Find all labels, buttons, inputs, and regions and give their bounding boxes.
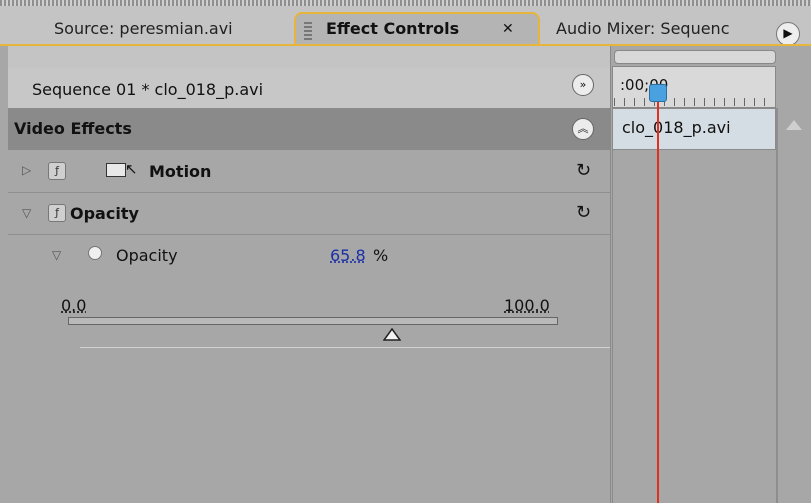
- drag-grip-icon[interactable]: [304, 20, 312, 40]
- show-timeline-toggle-icon[interactable]: »: [572, 74, 594, 96]
- playhead-handle[interactable]: [649, 84, 667, 102]
- tab-effect-controls-label: Effect Controls: [326, 19, 460, 38]
- opacity-unit: %: [373, 246, 389, 265]
- panel-menu-icon[interactable]: ▶: [776, 22, 800, 46]
- reset-icon[interactable]: ↻: [576, 202, 591, 223]
- close-icon[interactable]: ✕: [502, 14, 514, 46]
- cursor-arrow-icon: ↖: [125, 160, 138, 178]
- collapse-triangle-icon[interactable]: ▽: [22, 206, 31, 220]
- divider: [80, 347, 610, 348]
- vertical-scrollbar[interactable]: [778, 108, 811, 503]
- lane-divider: [612, 108, 613, 503]
- reset-icon[interactable]: ↻: [576, 160, 591, 181]
- sequence-label: Sequence 01 * clo_018_p.avi: [32, 80, 264, 99]
- stopwatch-icon[interactable]: [88, 246, 102, 260]
- playhead-line: [657, 100, 659, 503]
- scroll-up-icon[interactable]: [786, 120, 802, 130]
- slider-thumb-icon: [382, 327, 402, 341]
- tab-audio-mixer[interactable]: Audio Mixer: Sequenc: [542, 12, 778, 46]
- effect-toggle-icon[interactable]: ƒ: [48, 162, 66, 180]
- tab-source[interactable]: Source: peresmian.avi: [28, 12, 294, 46]
- collapse-triangle-icon[interactable]: ▽: [52, 248, 61, 262]
- effect-name-opacity: Opacity: [70, 204, 139, 223]
- panel-header-strip: [8, 46, 610, 68]
- tab-effect-controls[interactable]: Effect Controls ✕: [294, 12, 540, 46]
- zoom-scroll-bar[interactable]: [614, 50, 776, 64]
- clip-name: clo_018_p.avi: [622, 118, 731, 137]
- opacity-slider-track[interactable]: [68, 317, 558, 325]
- tab-bar-grip: [0, 0, 811, 6]
- video-effects-label: Video Effects: [14, 119, 132, 138]
- opacity-parameter-label: Opacity: [116, 246, 178, 265]
- collapse-effects-icon[interactable]: ︽: [572, 118, 594, 140]
- tab-audio-mixer-label: Audio Mixer: Sequenc: [556, 19, 730, 38]
- motion-transform-icon[interactable]: [106, 163, 126, 177]
- slider-max-label: 100.0: [504, 296, 550, 315]
- opacity-slider-thumb[interactable]: [382, 327, 402, 346]
- effect-toggle-icon[interactable]: ƒ: [48, 204, 66, 222]
- ruler-ticks: [614, 98, 774, 106]
- tab-source-label: Source: peresmian.avi: [54, 19, 233, 38]
- slider-min-label: 0.0: [61, 296, 87, 315]
- expand-triangle-icon[interactable]: ▷: [22, 163, 31, 177]
- effect-name-motion: Motion: [149, 162, 212, 181]
- opacity-value-field[interactable]: 65.8: [330, 246, 366, 265]
- effect-row-motion[interactable]: [8, 150, 610, 193]
